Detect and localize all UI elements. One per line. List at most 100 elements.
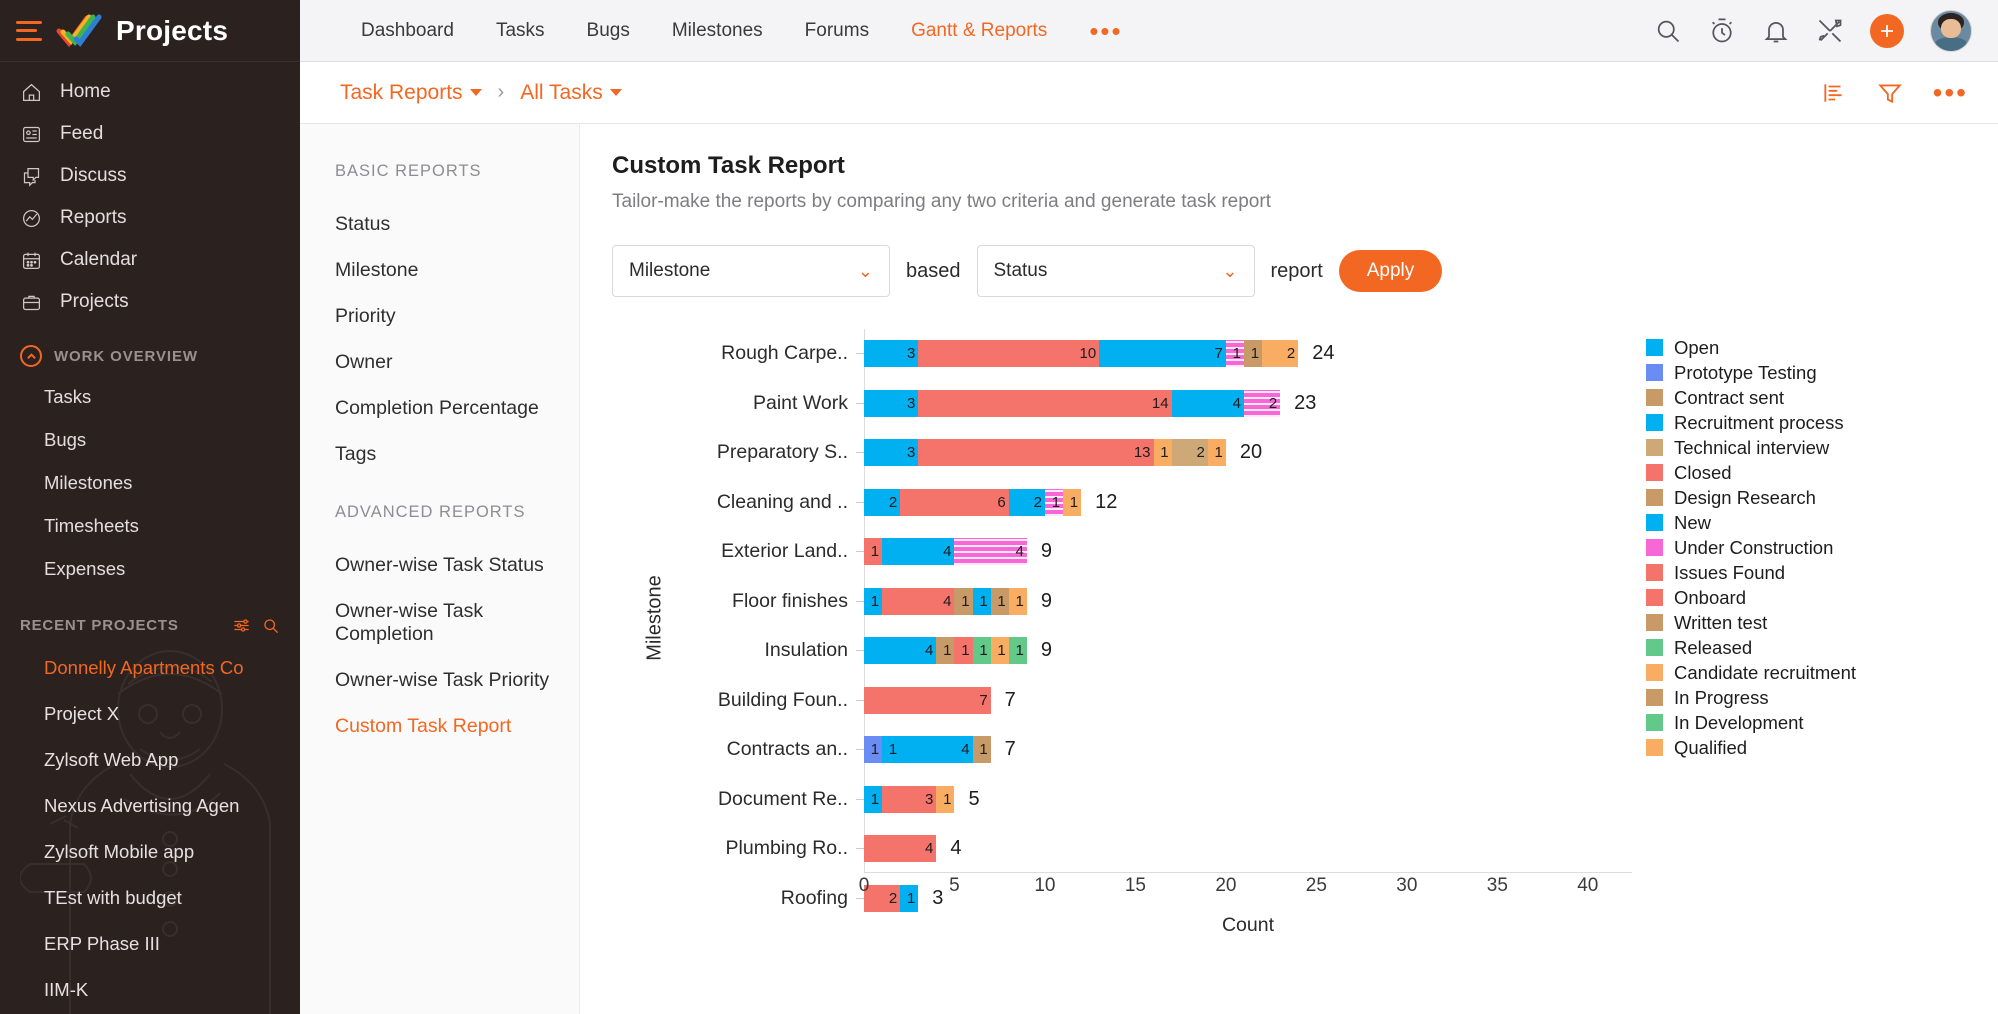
report-item-owner-wise-task-completion[interactable]: Owner-wise Task Completion — [335, 588, 579, 657]
legend-item[interactable]: Recruitment process — [1646, 410, 1856, 435]
sidebar-item-calendar[interactable]: Calendar — [0, 239, 300, 281]
bar-segment[interactable]: 4 — [882, 538, 954, 565]
legend-item[interactable]: Open — [1646, 335, 1856, 360]
sidebar-item-reports[interactable]: Reports — [0, 197, 300, 239]
bar-segment[interactable]: 10 — [918, 340, 1099, 367]
bar-segment[interactable]: 1 — [954, 588, 972, 615]
legend-item[interactable]: Written test — [1646, 610, 1856, 635]
filter-icon[interactable] — [1877, 80, 1903, 106]
bar-segment[interactable]: 14 — [918, 390, 1171, 417]
legend-item[interactable]: Issues Found — [1646, 560, 1856, 585]
report-item-owner-wise-task-priority[interactable]: Owner-wise Task Priority — [335, 657, 579, 703]
bar-segment[interactable]: 4 — [864, 835, 936, 862]
bar-segment[interactable]: 1 — [1009, 637, 1027, 664]
tab-bugs[interactable]: Bugs — [566, 0, 651, 62]
tab-milestones[interactable]: Milestones — [651, 0, 784, 62]
report-item-status[interactable]: Status — [335, 201, 579, 247]
bar-segment[interactable]: 1 — [991, 588, 1009, 615]
bar-segment[interactable]: 1 — [1154, 439, 1172, 466]
chart-row[interactable]: Floor finishes1411119 — [656, 577, 1632, 627]
bar-segment[interactable]: 3 — [864, 439, 918, 466]
sidebar-item-discuss[interactable]: Discuss — [0, 155, 300, 197]
bar-segment[interactable]: 1 — [936, 786, 954, 813]
bar-segment[interactable]: 2 — [1172, 439, 1208, 466]
sidebar-item-timesheets[interactable]: Timesheets — [0, 504, 300, 547]
bar-segment[interactable]: 1 — [973, 588, 991, 615]
bar-segment[interactable]: 1 — [1226, 340, 1244, 367]
sidebar-project-erp-phase-iii[interactable]: ERP Phase III — [0, 921, 300, 967]
tab-dashboard[interactable]: Dashboard — [340, 0, 475, 62]
chart-row[interactable]: Cleaning and ..2621112 — [656, 478, 1632, 528]
stacked-bar[interactable]: 144 — [864, 538, 1027, 565]
bar-segment[interactable]: 1 — [882, 736, 900, 763]
report-item-milestone[interactable]: Milestone — [335, 247, 579, 293]
sidebar-item-tasks[interactable]: Tasks — [0, 375, 300, 418]
add-button[interactable] — [1870, 14, 1904, 48]
stacked-bar[interactable]: 26211 — [864, 489, 1081, 516]
bar-segment[interactable]: 6 — [900, 489, 1009, 516]
apply-button[interactable]: Apply — [1339, 250, 1443, 292]
bar-segment[interactable]: 1 — [973, 736, 991, 763]
tools-icon[interactable] — [1816, 17, 1844, 45]
stacked-bar[interactable]: 1141 — [864, 736, 991, 763]
legend-item[interactable]: Qualified — [1646, 735, 1856, 760]
more-options-icon[interactable]: ••• — [1933, 86, 1968, 100]
sidebar-section-work-overview[interactable]: WORK OVERVIEW — [0, 323, 300, 375]
bar-segment[interactable]: 1 — [1063, 489, 1081, 516]
sidebar-project-donnelly-apartments[interactable]: Donnelly Apartments Co — [0, 645, 300, 691]
legend-item[interactable]: Prototype Testing — [1646, 360, 1856, 385]
sidebar-item-milestones[interactable]: Milestones — [0, 461, 300, 504]
timer-icon[interactable] — [1708, 17, 1736, 45]
report-item-owner-wise-task-status[interactable]: Owner-wise Task Status — [335, 542, 579, 588]
stacked-bar[interactable]: 131 — [864, 786, 954, 813]
chevron-up-circle-icon[interactable] — [20, 345, 42, 367]
report-item-completion-percentage[interactable]: Completion Percentage — [335, 385, 579, 431]
breadcrumb-task-reports[interactable]: Task Reports — [340, 81, 482, 105]
legend-item[interactable]: New — [1646, 510, 1856, 535]
chart-row[interactable]: Paint Work3144223 — [656, 379, 1632, 429]
chart-row[interactable]: Building Foun..77 — [656, 676, 1632, 726]
report-item-tags[interactable]: Tags — [335, 431, 579, 477]
sidebar-project-zylsoft-mobile-app[interactable]: Zylsoft Mobile app — [0, 829, 300, 875]
chart-row[interactable]: Insulation4111119 — [656, 626, 1632, 676]
breadcrumb-all-tasks[interactable]: All Tasks — [520, 81, 621, 105]
stacked-bar[interactable]: 4 — [864, 835, 936, 862]
tab-forums[interactable]: Forums — [784, 0, 890, 62]
sliders-icon[interactable] — [232, 616, 251, 635]
bar-segment[interactable]: 7 — [1099, 340, 1226, 367]
sidebar-project-nexus-advertising[interactable]: Nexus Advertising Agen — [0, 783, 300, 829]
legend-item[interactable]: Contract sent — [1646, 385, 1856, 410]
tab-tasks[interactable]: Tasks — [475, 0, 566, 62]
chart-row[interactable]: Exterior Land..1449 — [656, 527, 1632, 577]
hamburger-icon[interactable] — [16, 21, 42, 41]
stacked-bar[interactable]: 7 — [864, 687, 991, 714]
bar-segment[interactable]: 7 — [864, 687, 991, 714]
primary-criteria-select[interactable]: Milestone ⌄ — [612, 245, 890, 297]
stacked-bar[interactable]: 3107112 — [864, 340, 1298, 367]
bar-segment[interactable]: 1 — [1244, 340, 1262, 367]
chart-row[interactable]: Preparatory S..31312120 — [656, 428, 1632, 478]
legend-item[interactable]: In Development — [1646, 710, 1856, 735]
sidebar-item-feed[interactable]: Feed — [0, 113, 300, 155]
bar-segment[interactable]: 1 — [864, 736, 882, 763]
bar-segment[interactable]: 2 — [1009, 489, 1045, 516]
chart-row[interactable]: Rough Carpe..310711224 — [656, 329, 1632, 379]
bar-segment[interactable]: 4 — [882, 588, 954, 615]
bar-segment[interactable]: 4 — [1172, 390, 1244, 417]
sidebar-project-test-with-budget[interactable]: TEst with budget — [0, 875, 300, 921]
bar-segment[interactable]: 1 — [1045, 489, 1063, 516]
bar-segment[interactable]: 1 — [864, 588, 882, 615]
legend-item[interactable]: Technical interview — [1646, 435, 1856, 460]
sidebar-project-iim-k[interactable]: IIM-K — [0, 967, 300, 1013]
tab-more-icon[interactable]: ••• — [1068, 6, 1143, 56]
bar-segment[interactable]: 1 — [1208, 439, 1226, 466]
legend-item[interactable]: In Progress — [1646, 685, 1856, 710]
sidebar-item-home[interactable]: Home — [0, 71, 300, 113]
chart-row[interactable]: Contracts an..11417 — [656, 725, 1632, 775]
bell-icon[interactable] — [1762, 17, 1790, 45]
stacked-bar[interactable]: 141111 — [864, 588, 1027, 615]
chart-view-icon[interactable] — [1821, 80, 1847, 106]
stacked-bar[interactable]: 411111 — [864, 637, 1027, 664]
stacked-bar[interactable]: 313121 — [864, 439, 1226, 466]
bar-segment[interactable]: 1 — [864, 786, 882, 813]
